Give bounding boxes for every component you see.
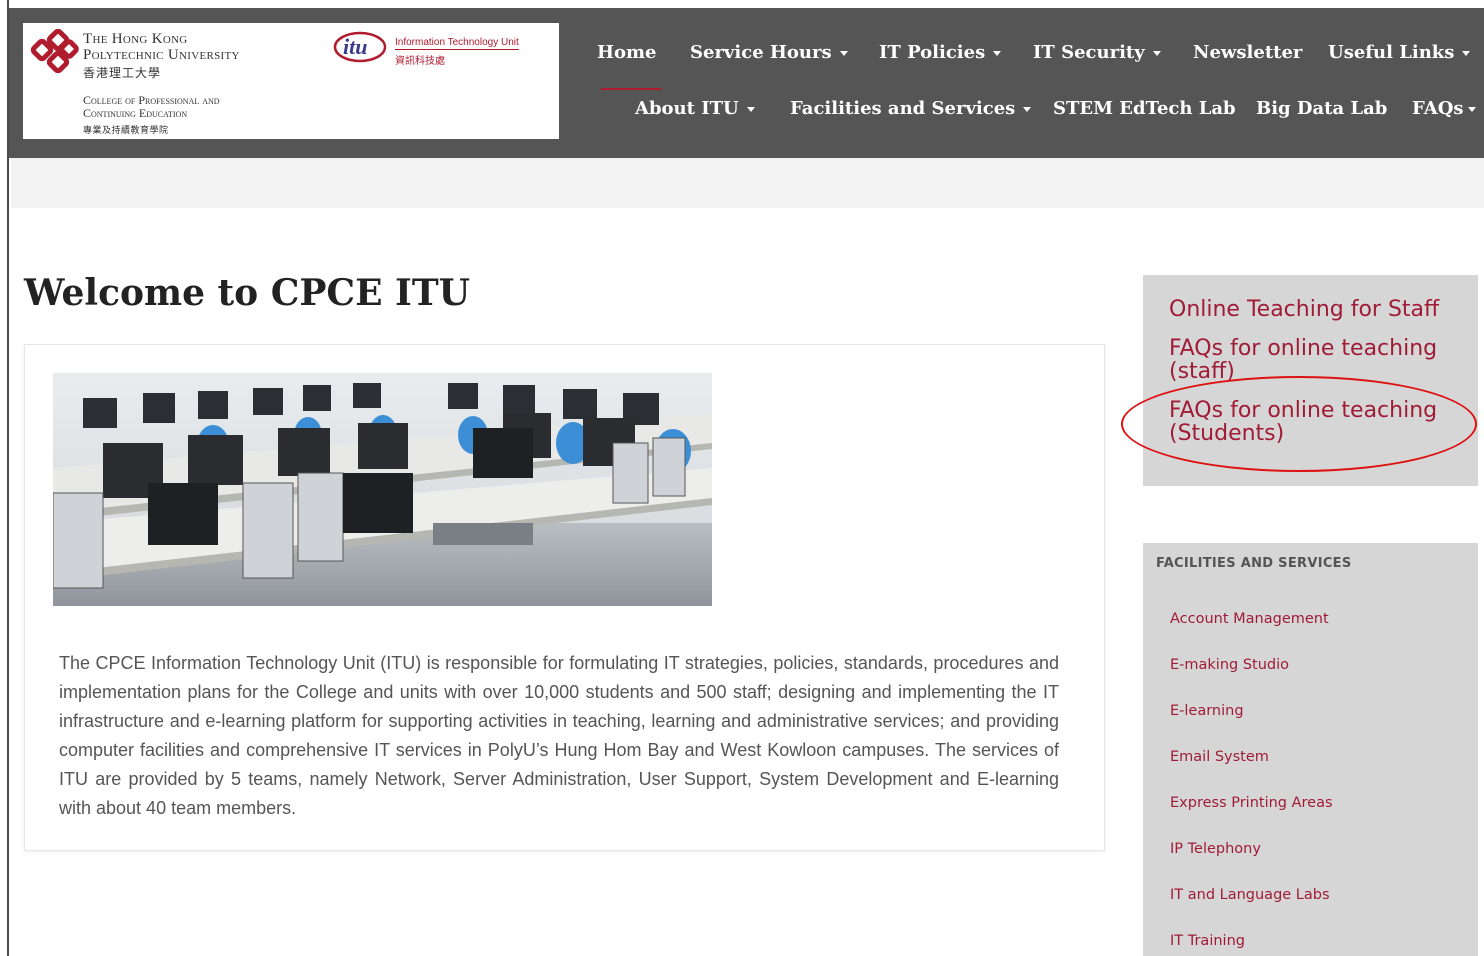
chevron-down-icon [1152, 50, 1161, 56]
nav-facilities-services-label: Facilities and Services [790, 98, 1016, 119]
site-header: The Hong Kong Polytechnic University 香港理… [9, 8, 1484, 158]
cpce-chinese-name: 專業及持續教育學院 [83, 126, 169, 136]
nav-newsletter[interactable]: Newsletter [1193, 42, 1302, 63]
nav-it-security[interactable]: IT Security [1033, 42, 1161, 63]
polyu-name: The Hong Kong Polytechnic University [83, 31, 240, 63]
itu-logo-text: itu [343, 34, 367, 59]
nav-it-policies[interactable]: IT Policies [879, 42, 1002, 63]
nav-big-data-lab[interactable]: Big Data Lab [1256, 98, 1387, 119]
page-left-margin [0, 0, 9, 956]
nav-newsletter-label: Newsletter [1193, 42, 1303, 63]
nav-it-security-label: IT Security [1033, 42, 1145, 63]
itu-label: Information Technology Unit [395, 37, 519, 50]
link-it-training[interactable]: IT Training [1170, 933, 1245, 949]
intro-paragraph: The CPCE Information Technology Unit (IT… [59, 653, 1059, 818]
nav-active-indicator [601, 88, 661, 90]
chevron-down-icon [1462, 50, 1471, 56]
chevron-down-icon [1023, 106, 1032, 112]
polyu-name-line1: The Hong Kong [83, 31, 188, 47]
nav-about-itu-label: About ITU [635, 98, 739, 119]
nav-facilities-services[interactable]: Facilities and Services [790, 98, 1032, 119]
nav-big-data-lab-label: Big Data Lab [1256, 98, 1388, 119]
link-email-system[interactable]: Email System [1170, 749, 1269, 765]
nav-faqs[interactable]: FAQs [1412, 98, 1476, 119]
nav-home[interactable]: Home [597, 42, 657, 63]
chevron-down-icon [1467, 106, 1476, 112]
link-it-language-labs[interactable]: IT and Language Labs [1170, 887, 1330, 903]
facilities-heading: FACILITIES AND SERVICES [1156, 556, 1352, 571]
header-spacer-strip [11, 158, 1484, 208]
chevron-down-icon [839, 50, 848, 56]
site-logo[interactable]: The Hong Kong Polytechnic University 香港理… [23, 23, 559, 139]
nav-stem-edtech-lab-label: STEM EdTech Lab [1053, 98, 1236, 119]
computer-lab-photo [53, 373, 712, 606]
nav-it-policies-label: IT Policies [879, 42, 986, 63]
link-account-management[interactable]: Account Management [1170, 611, 1329, 627]
itu-chinese-label: 資訊科技處 [395, 56, 445, 67]
cpce-name: College of Professional and Continuing E… [83, 94, 220, 120]
link-e-learning[interactable]: E-learning [1170, 703, 1244, 719]
nav-useful-links[interactable]: Useful Links [1328, 42, 1471, 63]
polyu-logo-icon [30, 29, 79, 74]
nav-about-itu[interactable]: About ITU [635, 98, 755, 119]
chevron-down-icon [993, 50, 1002, 56]
facilities-services-box: FACILITIES AND SERVICES Account Manageme… [1143, 543, 1478, 956]
link-express-printing-areas[interactable]: Express Printing Areas [1170, 795, 1333, 811]
polyu-name-line2: Polytechnic University [83, 47, 240, 63]
nav-stem-edtech-lab[interactable]: STEM EdTech Lab [1053, 98, 1236, 119]
polyu-chinese-name: 香港理工大學 [83, 66, 162, 80]
link-e-making-studio[interactable]: E-making Studio [1170, 657, 1289, 673]
intro-card: The CPCE Information Technology Unit (IT… [24, 344, 1105, 851]
page-top-margin [0, 0, 1484, 8]
page-title: Welcome to CPCE ITU [24, 272, 471, 314]
nav-faqs-label: FAQs [1412, 98, 1464, 119]
nav-service-hours-label: Service Hours [690, 42, 832, 63]
nav-service-hours[interactable]: Service Hours [690, 42, 848, 63]
chevron-down-icon [746, 106, 755, 112]
nav-useful-links-label: Useful Links [1328, 42, 1455, 63]
cpce-name-line2: Continuing Education [83, 106, 188, 120]
highlight-annotation-oval [1121, 376, 1477, 472]
nav-home-label: Home [597, 42, 657, 63]
link-ip-telephony[interactable]: IP Telephony [1170, 841, 1261, 857]
itu-logo-icon: itu [333, 31, 387, 63]
link-online-teaching-staff[interactable]: Online Teaching for Staff [1169, 298, 1439, 321]
